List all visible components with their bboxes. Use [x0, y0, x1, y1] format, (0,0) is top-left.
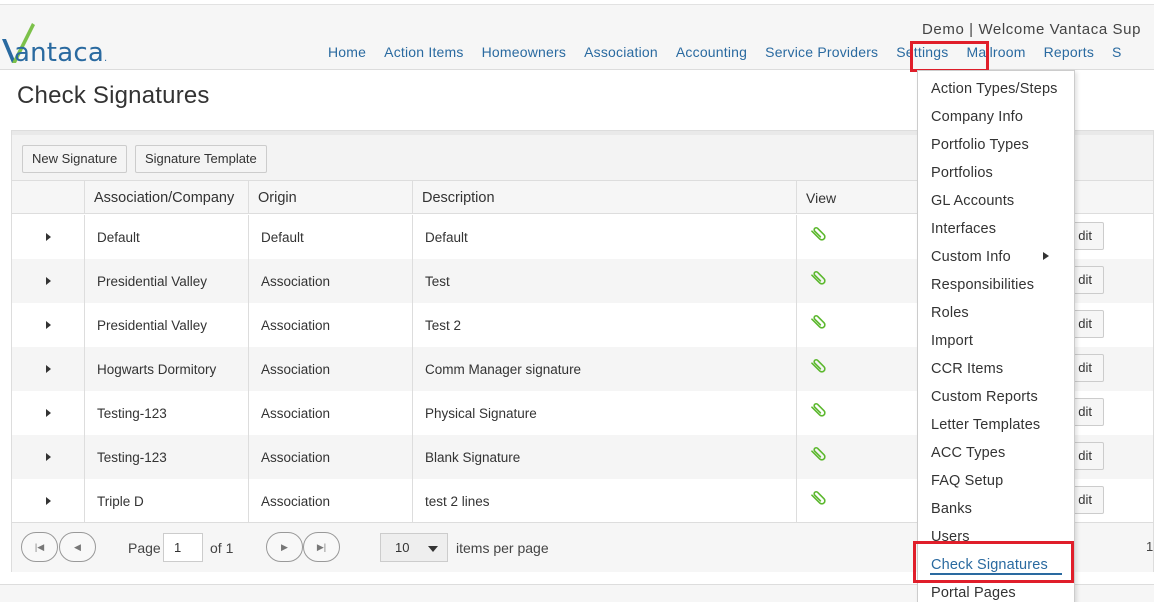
signature-template-button[interactable]: Signature Template [135, 145, 267, 173]
cell-origin: Association [248, 259, 412, 303]
page-label: Page [128, 540, 161, 556]
pager-info-right: 1 [1146, 539, 1154, 554]
cell-origin: Association [248, 391, 412, 435]
column-header-description[interactable]: Description [412, 181, 796, 214]
page-number-input[interactable]: 1 [163, 533, 203, 562]
expand-arrow-icon [45, 233, 51, 242]
menu-item-custom-info[interactable]: Custom Info [931, 249, 1011, 265]
expand-row-button[interactable] [12, 391, 84, 435]
menu-item-faq-setup[interactable]: FAQ Setup [931, 473, 1003, 489]
previous-page-button[interactable]: ◀ [59, 532, 96, 562]
cell-origin: Association [248, 303, 412, 347]
nav-home[interactable]: Home [328, 44, 366, 64]
nav-service-providers[interactable]: Service Providers [765, 44, 878, 64]
first-page-button[interactable]: |◀ [21, 532, 58, 562]
cell-description: Comm Manager signature [412, 347, 796, 391]
next-page-button[interactable]: ▶ [266, 532, 303, 562]
cell-description: Default [412, 215, 796, 259]
menu-item-acc-types[interactable]: ACC Types [931, 445, 1005, 461]
expand-row-button[interactable] [12, 259, 84, 303]
nav-homeowners[interactable]: Homeowners [482, 44, 566, 64]
expand-row-button[interactable] [12, 215, 84, 259]
nav-association[interactable]: Association [584, 44, 658, 64]
main-nav: Home Action Items Homeowners Association… [320, 44, 1140, 64]
cell-company: Presidential Valley [84, 259, 248, 303]
cell-company: Testing-123 [84, 435, 248, 479]
cell-description: Blank Signature [412, 435, 796, 479]
page-title: Check Signatures [17, 82, 210, 109]
attachment-clip-icon[interactable] [809, 444, 829, 464]
attachment-clip-icon[interactable] [809, 400, 829, 420]
nav-action-items[interactable]: Action Items [384, 44, 463, 64]
cell-origin: Default [248, 215, 412, 259]
items-per-page-label: items per page [456, 540, 549, 556]
vantaca-logo[interactable]: antaca. [0, 13, 130, 68]
expand-arrow-icon [45, 409, 51, 418]
cell-company: Testing-123 [84, 391, 248, 435]
cell-description: Physical Signature [412, 391, 796, 435]
menu-item-import[interactable]: Import [931, 333, 973, 349]
attachment-clip-icon[interactable] [809, 312, 829, 332]
expand-arrow-icon [45, 365, 51, 374]
logo-text: antaca. [14, 38, 108, 68]
page-size-value: 10 [395, 540, 410, 555]
cell-origin: Association [248, 347, 412, 391]
settings-highlight-box [910, 41, 989, 72]
cell-description: Test [412, 259, 796, 303]
expand-row-button[interactable] [12, 479, 84, 523]
nav-accounting[interactable]: Accounting [676, 44, 747, 64]
expand-row-button[interactable] [12, 303, 84, 347]
menu-item-ccr-items[interactable]: CCR Items [931, 361, 1003, 377]
submenu-arrow-icon [1043, 252, 1049, 260]
new-signature-button[interactable]: New Signature [22, 145, 128, 173]
cell-description: test 2 lines [412, 479, 796, 523]
menu-item-action-types-steps[interactable]: Action Types/Steps [931, 81, 1058, 97]
expand-row-button[interactable] [12, 347, 84, 391]
expand-arrow-icon [45, 497, 51, 506]
menu-item-interfaces[interactable]: Interfaces [931, 221, 996, 237]
page-size-select[interactable]: 10 [380, 533, 448, 562]
column-header-company[interactable]: Association/Company [84, 181, 248, 214]
nav-more[interactable]: S [1112, 44, 1122, 64]
nav-reports[interactable]: Reports [1044, 44, 1094, 64]
app-header: antaca. Demo | Welcome Vantaca Sup Home … [0, 4, 1154, 72]
menu-item-banks[interactable]: Banks [931, 501, 972, 517]
settings-dropdown-menu: Action Types/Steps Company Info Portfolio … [917, 70, 1075, 602]
expand-arrow-icon [45, 321, 51, 330]
menu-item-roles[interactable]: Roles [931, 305, 969, 321]
column-header-origin[interactable]: Origin [248, 181, 412, 214]
cell-origin: Association [248, 479, 412, 523]
cell-description: Test 2 [412, 303, 796, 347]
menu-item-custom-reports[interactable]: Custom Reports [931, 389, 1038, 405]
expand-arrow-icon [45, 277, 51, 286]
attachment-clip-icon[interactable] [809, 488, 829, 508]
expand-arrow-icon [45, 453, 51, 462]
menu-item-portfolio-types[interactable]: Portfolio Types [931, 137, 1029, 153]
welcome-text: Demo | Welcome Vantaca Sup [922, 21, 1142, 38]
check-signatures-highlight-box [913, 541, 1074, 583]
menu-item-gl-accounts[interactable]: GL Accounts [931, 193, 1014, 209]
menu-item-letter-templates[interactable]: Letter Templates [931, 417, 1040, 433]
page-count-label: of 1 [210, 540, 234, 556]
dropdown-arrow-icon [428, 546, 438, 552]
menu-item-portal-pages[interactable]: Portal Pages [931, 585, 1016, 601]
cell-origin: Association [248, 435, 412, 479]
last-page-button[interactable]: ▶| [303, 532, 340, 562]
menu-item-company-info[interactable]: Company Info [931, 109, 1023, 125]
attachment-clip-icon[interactable] [809, 268, 829, 288]
cell-company: Triple D [84, 479, 248, 523]
cell-company: Presidential Valley [84, 303, 248, 347]
attachment-clip-icon[interactable] [809, 224, 829, 244]
expand-row-button[interactable] [12, 435, 84, 479]
attachment-clip-icon[interactable] [809, 356, 829, 376]
expand-column-header [12, 181, 84, 214]
menu-item-portfolios[interactable]: Portfolios [931, 165, 993, 181]
cell-company: Hogwarts Dormitory [84, 347, 248, 391]
menu-item-responsibilities[interactable]: Responsibilities [931, 277, 1034, 293]
cell-company: Default [84, 215, 248, 259]
